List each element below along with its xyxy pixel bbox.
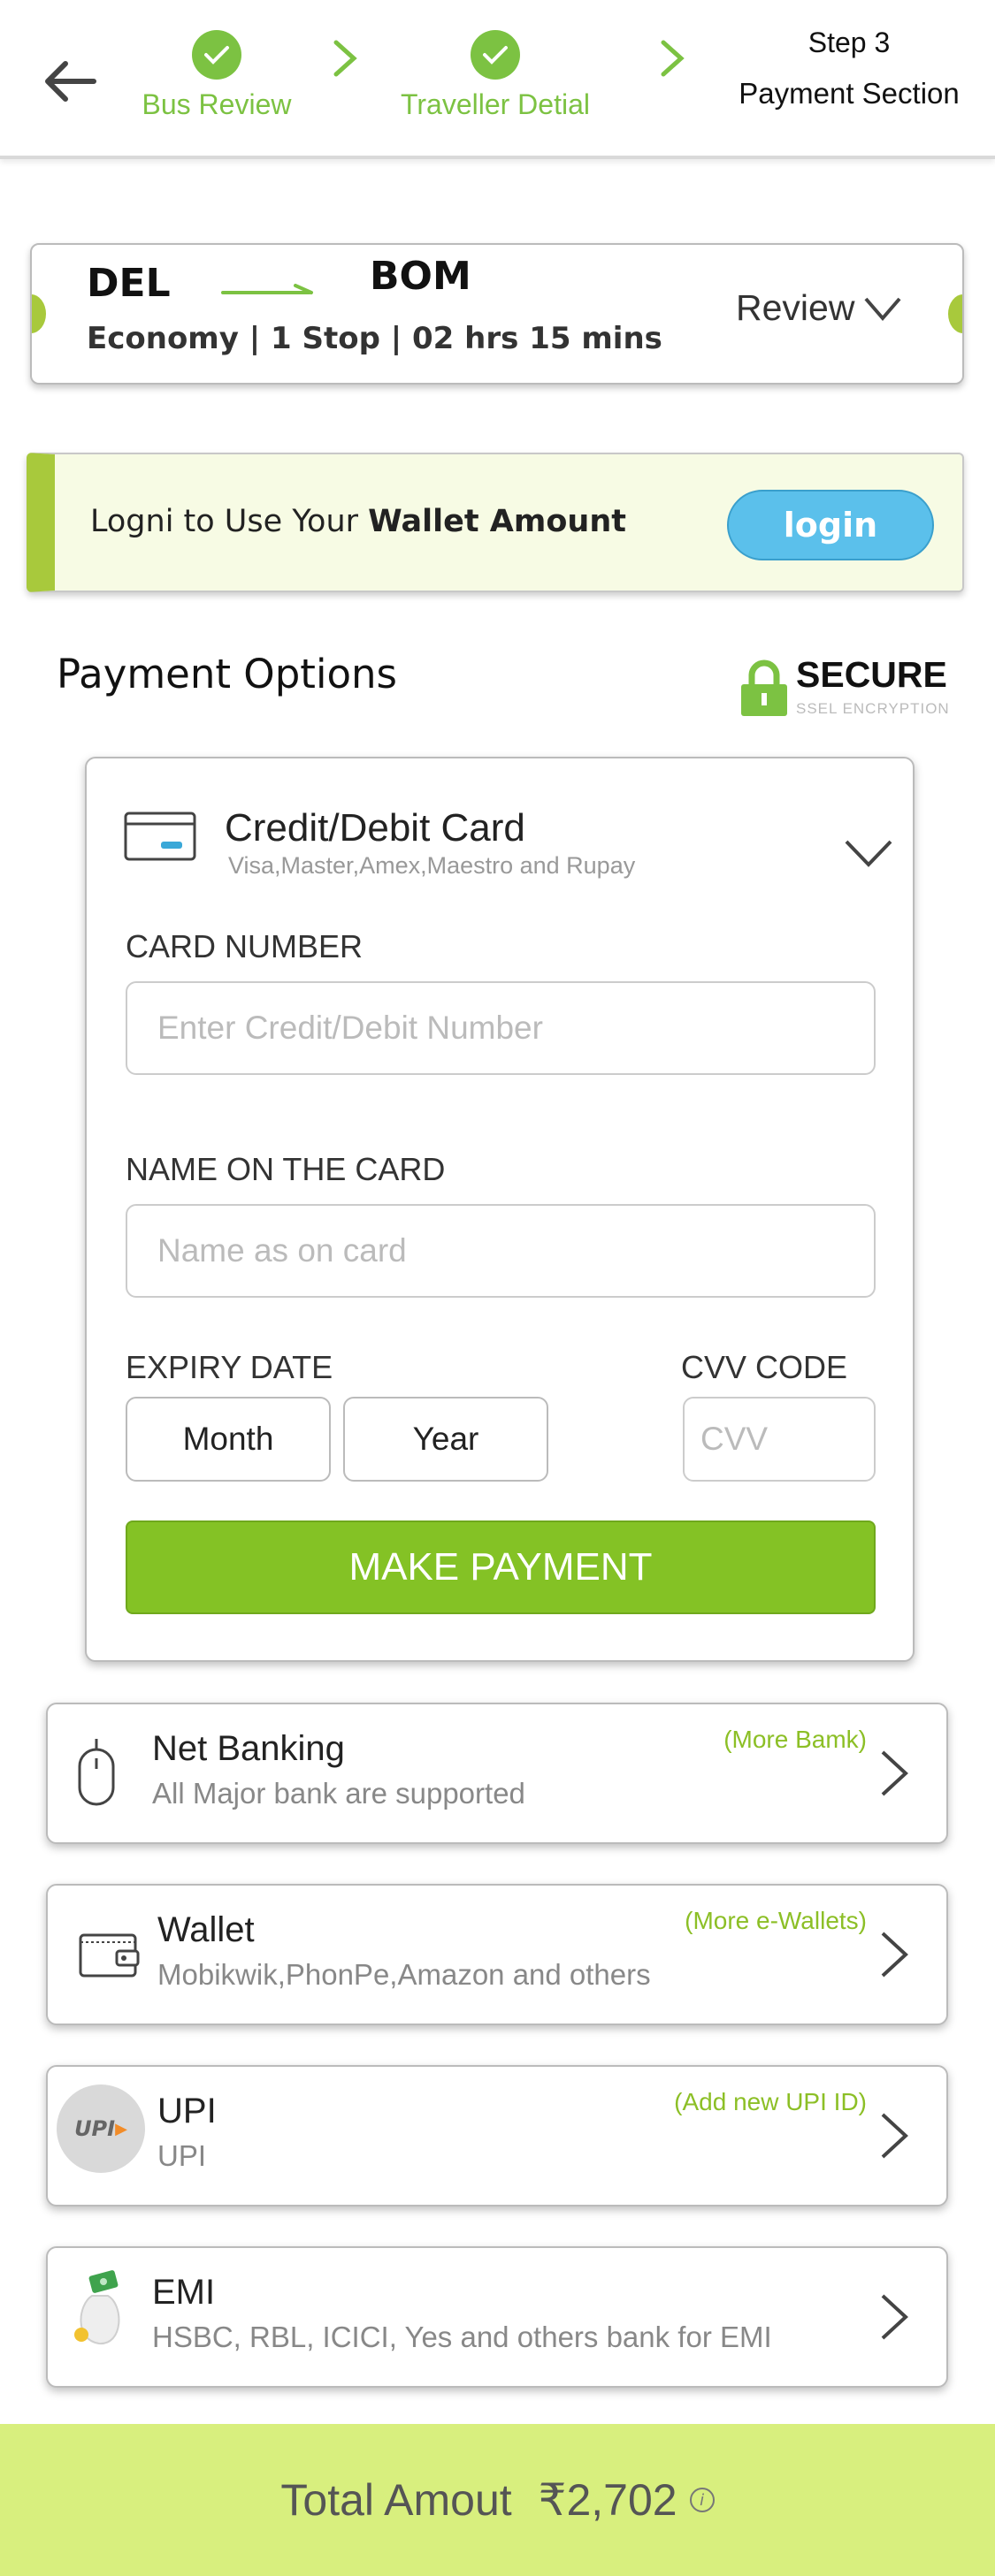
- total-amount-bar: Total Amout ₹2,702 i: [0, 2424, 995, 2576]
- wallet-banner-text: Logni to Use Your Wallet Amount: [90, 504, 626, 539]
- destination-code: BOM: [370, 254, 471, 299]
- option-title: Net Banking: [152, 1729, 345, 1768]
- card-name-input[interactable]: Name as on card: [126, 1204, 876, 1298]
- step-number: Step 3: [807, 27, 891, 58]
- upi-logo-mark: ▶: [115, 2119, 127, 2138]
- lock-icon: [741, 659, 787, 716]
- step-payment-section: Step 3 Payment Section: [725, 27, 973, 111]
- make-payment-button[interactable]: MAKE PAYMENT: [126, 1520, 876, 1614]
- review-label: Review: [736, 287, 855, 328]
- option-subtitle: UPI: [157, 2139, 207, 2172]
- secure-badge: SECURE SSEL ENCRYPTION: [739, 654, 952, 720]
- wallet-option[interactable]: Wallet Mobikwik,PhonPe,Amazon and others…: [46, 1884, 948, 2025]
- upi-icon: UPI ▶: [57, 2084, 145, 2173]
- total-amount: ₹2,702: [538, 2475, 677, 2525]
- step-label: Payment Section: [739, 77, 960, 110]
- header: Bus Review Traveller Detial Step 3 Payme…: [0, 0, 995, 159]
- wallet-login-banner: Logni to Use Your Wallet Amount login: [27, 453, 964, 592]
- ticket-notch: [32, 294, 46, 333]
- chevron-down-icon: [864, 297, 901, 321]
- card-option-title: Credit/Debit Card: [225, 806, 525, 850]
- option-title: EMI: [152, 2273, 216, 2312]
- check-icon: [192, 30, 241, 80]
- chevron-right-icon: [333, 40, 357, 77]
- more-wallets-link[interactable]: (More e-Wallets): [685, 1907, 867, 1935]
- back-arrow-icon[interactable]: [39, 55, 101, 108]
- cvv-label: CVV CODE: [681, 1349, 848, 1385]
- route-summary-card: DEL BOM Economy | 1 Stop | 02 hrs 15 min…: [30, 243, 964, 385]
- card-name-label: NAME ON THE CARD: [126, 1151, 446, 1187]
- total-label: Total Amout: [280, 2475, 512, 2525]
- secure-title: SECURE: [796, 654, 947, 695]
- wallet-icon: [60, 1905, 157, 2002]
- option-title: Wallet: [157, 1910, 255, 1949]
- login-button[interactable]: login: [727, 490, 934, 560]
- chevron-right-icon: [881, 1932, 908, 1978]
- option-subtitle: All Major bank are supported: [152, 1777, 525, 1810]
- review-toggle[interactable]: Review: [736, 287, 902, 329]
- chevron-right-icon: [881, 2294, 908, 2340]
- credit-debit-card-section: Credit/Debit Card Visa,Master,Amex,Maest…: [85, 757, 915, 1662]
- money-bag-icon: [51, 2260, 149, 2358]
- chevron-right-icon: [881, 2113, 908, 2159]
- route-arrow-icon: [221, 284, 313, 294]
- step-label: Traveller Detial: [401, 88, 590, 120]
- expiry-year-select[interactable]: Year: [343, 1397, 548, 1482]
- mouse-icon: [48, 1724, 145, 1821]
- payment-options-title: Payment Options: [57, 651, 397, 697]
- step-bus-review[interactable]: Bus Review: [133, 30, 301, 121]
- secure-subtitle: SSEL ENCRYPTION: [796, 700, 950, 717]
- info-icon[interactable]: i: [689, 2488, 715, 2512]
- step-traveller-detail[interactable]: Traveller Detial: [389, 30, 601, 121]
- cvv-input[interactable]: CVV: [683, 1397, 876, 1482]
- card-number-label: CARD NUMBER: [126, 928, 364, 964]
- upi-option[interactable]: UPI ▶ UPI UPI (Add new UPI ID): [46, 2065, 948, 2206]
- wallet-banner-prefix: Logni to Use Your: [90, 504, 369, 539]
- card-option-subtitle: Visa,Master,Amex,Maestro and Rupay: [228, 852, 636, 879]
- add-upi-link[interactable]: (Add new UPI ID): [674, 2088, 867, 2116]
- option-subtitle: Mobikwik,PhonPe,Amazon and others: [157, 1958, 651, 1991]
- ticket-notch: [948, 294, 962, 333]
- credit-card-icon: [124, 812, 196, 861]
- option-subtitle: HSBC, RBL, ICICI, Yes and others bank fo…: [152, 2321, 772, 2353]
- step-label: Bus Review: [142, 88, 292, 120]
- chevron-right-icon: [881, 1750, 908, 1796]
- wallet-banner-bold: Wallet Amount: [368, 504, 626, 539]
- expiry-date-label: EXPIRY DATE: [126, 1349, 333, 1385]
- chevron-down-icon[interactable]: [844, 838, 893, 868]
- check-icon: [471, 30, 520, 80]
- upi-logo-text: UPI: [74, 2116, 116, 2141]
- option-title: UPI: [157, 2092, 217, 2130]
- more-banks-link[interactable]: (More Bamk): [723, 1726, 867, 1754]
- emi-option[interactable]: EMI HSBC, RBL, ICICI, Yes and others ban…: [46, 2246, 948, 2388]
- origin-code: DEL: [87, 261, 171, 306]
- route-meta: Economy | 1 Stop | 02 hrs 15 mins: [87, 321, 662, 356]
- card-number-input[interactable]: Enter Credit/Debit Number: [126, 981, 876, 1075]
- expiry-month-select[interactable]: Month: [126, 1397, 331, 1482]
- chevron-right-icon: [661, 40, 685, 77]
- net-banking-option[interactable]: Net Banking All Major bank are supported…: [46, 1703, 948, 1844]
